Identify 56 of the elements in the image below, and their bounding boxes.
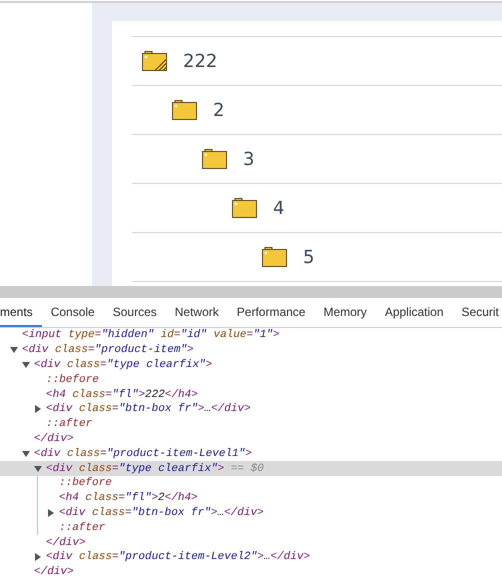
folder-icon <box>202 148 228 170</box>
code-line: ::after <box>46 418 92 430</box>
disclosure-triangle-icon[interactable] <box>10 346 18 354</box>
code-line: <div class="btn-box fr">…</div> <box>59 506 264 519</box>
tree-row[interactable]: <h4 class="fl">222</h4> <box>0 387 502 402</box>
code-line: </div> <box>34 432 74 445</box>
tree-row[interactable]: <div class="type clearfix"> <box>0 358 502 372</box>
code-line: <h4 class="fl">222</h4> <box>46 388 198 401</box>
devtools-tab[interactable]: Sources <box>104 298 166 327</box>
tree-row[interactable]: <div class="product-item-Level1"> <box>0 446 502 462</box>
folder-label: 222 <box>183 50 218 72</box>
tree-row[interactable]: <div class="btn-box fr">…</div> <box>38 506 502 520</box>
code-line: <h4 class="fl">2</h4> <box>59 492 198 504</box>
code-line: <div class="type clearfix"> == $0 <box>46 462 264 475</box>
devtools-tab[interactable]: Securit <box>452 298 502 327</box>
code-line: </div> <box>46 536 86 549</box>
folder-label: 3 <box>243 148 254 170</box>
folder-icon <box>232 197 258 219</box>
tree-row[interactable]: <input type="hidden" id="id" value="1"> <box>0 328 502 343</box>
devtools-tab[interactable]: Application <box>376 298 453 327</box>
code-line: <div class="product-item"> <box>22 344 194 356</box>
code-line: <div class="product-item-Level1"> <box>34 448 252 460</box>
devtools-tab[interactable]: Console <box>42 298 104 327</box>
folder-label: 5 <box>303 246 314 268</box>
folder-label: 2 <box>213 100 224 120</box>
disclosure-triangle-icon[interactable] <box>22 360 30 369</box>
folder-icon <box>262 246 288 268</box>
devtools-tab[interactable]: Network <box>166 298 228 327</box>
disclosure-triangle-icon[interactable] <box>47 508 55 517</box>
code-line: ::before <box>46 374 99 386</box>
code-line: ::before <box>59 477 112 490</box>
tree-row[interactable]: ::after <box>0 416 502 432</box>
folder-label: 4 <box>273 198 284 218</box>
tree-row[interactable]: <div class="type clearfix"> == $0 <box>0 461 502 476</box>
code-line: <input type="hidden" id="id" value="1"> <box>22 329 280 342</box>
devtools-tab[interactable]: Performance <box>228 298 314 327</box>
tree-row[interactable]: ::after <box>38 520 502 536</box>
folder-icon <box>142 50 168 72</box>
disclosure-triangle-icon[interactable] <box>34 553 42 562</box>
code-line: <div class="product-item-Level2">…</div> <box>46 551 310 564</box>
code-line: <div class="btn-box fr">…</div> <box>46 403 251 416</box>
devtools-tab[interactable]: Memory <box>314 298 376 327</box>
folder-icon <box>172 99 198 121</box>
tree-row[interactable]: ::before <box>0 372 502 388</box>
tree-row[interactable]: <div class="product-item-Level2">…</div> <box>0 550 502 565</box>
code-line: ::after <box>59 522 106 534</box>
tree-row[interactable]: <div class="product-item"> <box>0 342 502 358</box>
tree-row[interactable]: <div class="btn-box fr">…</div> <box>0 402 502 417</box>
disclosure-triangle-icon[interactable] <box>22 450 30 458</box>
tree-row[interactable]: ::before <box>38 476 502 491</box>
devtools-tab[interactable]: ments <box>0 298 42 327</box>
code-line: </div> <box>34 566 74 578</box>
code-line: <div class="type clearfix"> <box>34 358 212 371</box>
disclosure-triangle-icon[interactable] <box>34 464 42 473</box>
tree-row[interactable]: <h4 class="fl">2</h4> <box>38 490 502 506</box>
disclosure-triangle-icon[interactable] <box>34 405 42 414</box>
